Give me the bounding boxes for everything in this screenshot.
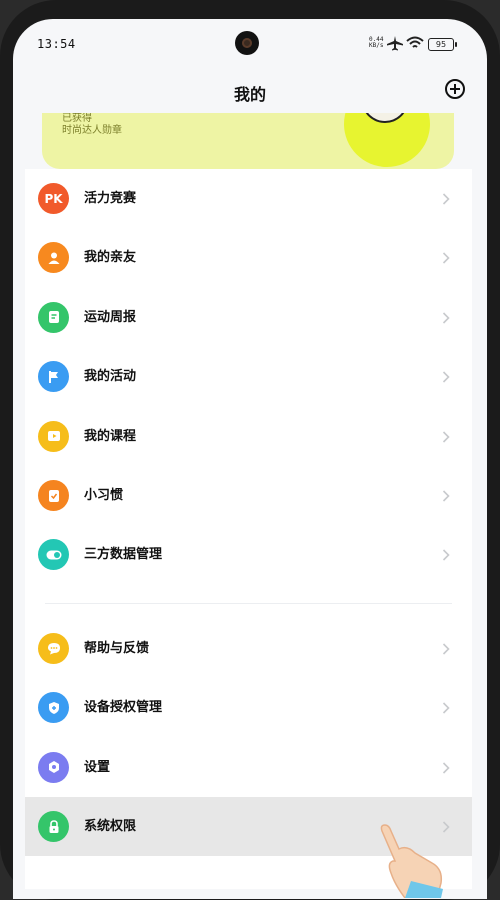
lock-icon xyxy=(38,811,69,843)
pk-icon: PK xyxy=(38,183,69,214)
menu-item-main-6[interactable]: 小习惯 xyxy=(25,466,472,525)
medal-text-line1: 已获得 xyxy=(62,113,92,124)
menu-item-label: 我的课程 xyxy=(84,428,137,444)
medal-text: 已获得 时尚达人勋章 xyxy=(62,113,122,137)
menu-item-label: 设备授权管理 xyxy=(84,700,163,716)
person-icon xyxy=(38,242,69,274)
chevron-right-icon xyxy=(442,490,450,502)
network-speed: 0.44 KB/s xyxy=(369,37,383,49)
menu-item-label: 帮助与反馈 xyxy=(84,641,150,656)
chevron-right-icon xyxy=(442,371,450,383)
screen: 13:54 0.44 KB/s 95 我的 已获得 时尚达人勋章 PK 活力竞赛… xyxy=(13,19,487,899)
play-icon xyxy=(38,420,69,452)
section-divider xyxy=(45,603,452,604)
pointing-hand-icon xyxy=(380,824,443,898)
status-time: 13:54 xyxy=(37,37,76,51)
chevron-right-icon xyxy=(442,431,450,443)
menu-item-settings-1[interactable]: 帮助与反馈 xyxy=(25,619,472,678)
checklist-icon xyxy=(38,480,69,511)
network-speed-unit: KB/s xyxy=(369,42,384,49)
toggle-icon xyxy=(38,539,69,571)
menu-item-main-5[interactable]: 我的课程 xyxy=(25,407,472,466)
menu-item-main-1[interactable]: PK 活力竞赛 xyxy=(25,169,472,228)
menu-item-label: 我的亲友 xyxy=(84,250,137,266)
flag-icon xyxy=(38,361,69,393)
front-camera xyxy=(235,31,259,55)
status-bar: 13:54 0.44 KB/s 95 xyxy=(13,19,487,71)
menu-item-label: 小习惯 xyxy=(84,488,124,503)
chevron-right-icon xyxy=(442,702,450,714)
fashion-medal-image xyxy=(344,113,430,167)
chevron-right-icon xyxy=(442,252,450,264)
battery-indicator: 95 xyxy=(428,38,457,51)
wifi-icon xyxy=(406,36,424,48)
menu-item-main-2[interactable]: 我的亲友 xyxy=(25,228,472,287)
shield-icon xyxy=(38,692,69,724)
chat-icon xyxy=(38,633,69,664)
medal-text-line2: 时尚达人勋章 xyxy=(62,125,122,136)
menu-item-main-7[interactable]: 三方数据管理 xyxy=(25,525,472,584)
menu-item-settings-3[interactable]: 设置 xyxy=(25,738,472,797)
chevron-right-icon xyxy=(442,762,450,774)
report-icon xyxy=(38,301,69,333)
airplane-icon xyxy=(387,36,403,51)
menu-item-settings-2[interactable]: 设备授权管理 xyxy=(25,678,472,737)
chevron-right-icon xyxy=(442,643,450,655)
chevron-right-icon xyxy=(442,549,450,561)
add-button[interactable] xyxy=(444,78,466,100)
chevron-right-icon xyxy=(442,193,450,205)
page-title: 我的 xyxy=(233,85,266,104)
page-header: 我的 xyxy=(13,71,487,113)
chevron-right-icon xyxy=(442,312,450,324)
menu-item-label: 系统权限 xyxy=(84,819,137,835)
menu-card-main: PK 活力竞赛我的亲友运动周报我的活动我的课程小习惯三方数据管理 xyxy=(25,169,472,589)
menu-item-label: 活力竞赛 xyxy=(84,191,137,206)
menu-item-label: 三方数据管理 xyxy=(84,547,163,563)
menu-item-label: 运动周报 xyxy=(84,309,137,325)
menu-item-main-4[interactable]: 我的活动 xyxy=(25,347,472,406)
medal-face xyxy=(362,113,408,123)
menu-item-label: 我的活动 xyxy=(84,369,137,385)
menu-item-label: 设置 xyxy=(84,759,111,775)
menu-item-main-3[interactable]: 运动周报 xyxy=(25,288,472,347)
settings-icon xyxy=(38,751,69,783)
medal-banner[interactable]: 已获得 时尚达人勋章 xyxy=(42,113,454,169)
